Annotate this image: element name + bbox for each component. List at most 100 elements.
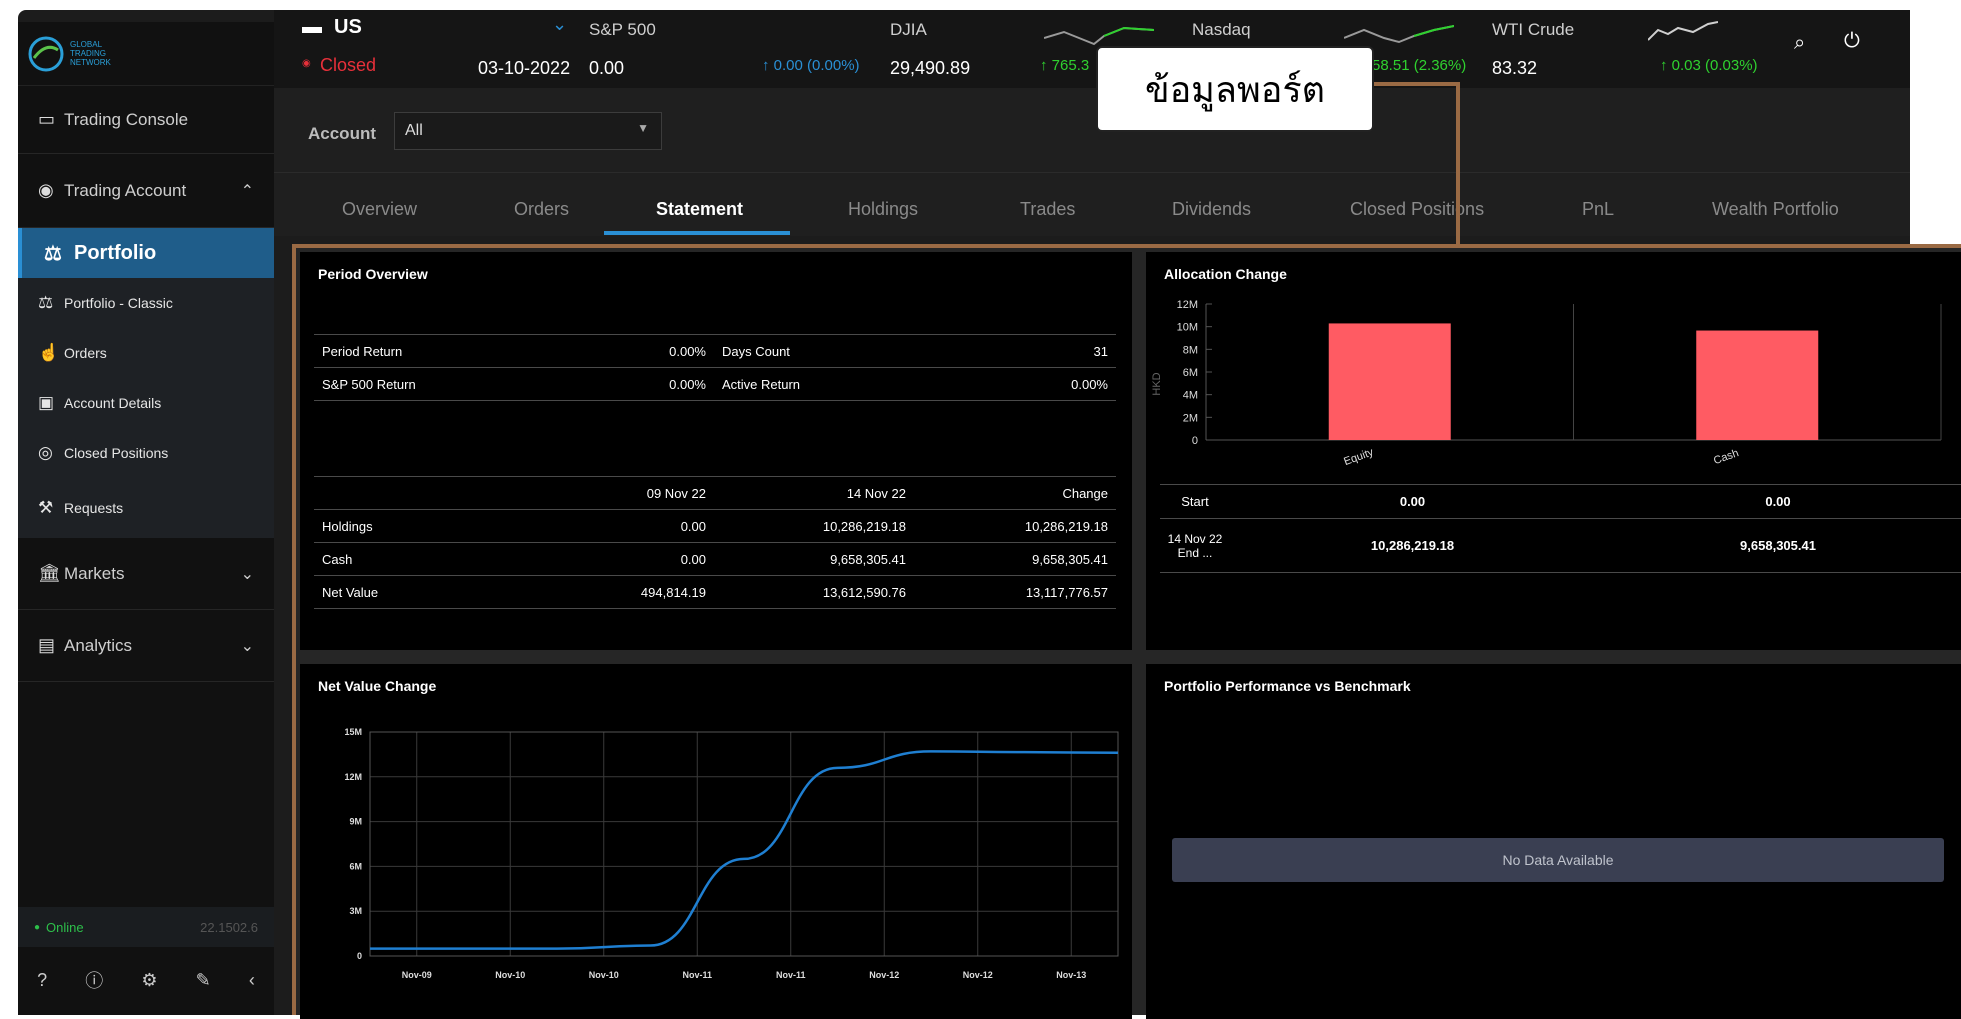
panel-title: Period Overview	[318, 266, 428, 282]
cell: 9,658,305.41	[1740, 538, 1816, 553]
wti-sparkline	[1648, 21, 1718, 41]
sidebar-item-portfolio-classic[interactable]: ⚖ Portfolio - Classic	[18, 278, 274, 328]
column-header: 14 Nov 22	[714, 476, 914, 510]
sidebar-item-requests[interactable]: ⚒ Requests	[18, 478, 274, 538]
globe-logo-icon	[28, 36, 64, 71]
power-icon[interactable]: ⏻	[1844, 30, 1860, 53]
console-icon: ▭	[38, 109, 56, 129]
search-icon[interactable]: ⌕	[1794, 32, 1805, 55]
account-label: Account	[308, 124, 376, 143]
tab-trades[interactable]: Trades	[1020, 199, 1075, 220]
sidebar-item-analytics[interactable]: ▤ Analytics ⌄	[18, 610, 274, 682]
sidebar-item-portfolio[interactable]: ⚖ Portfolio	[18, 228, 274, 278]
tab-holdings[interactable]: Holdings	[848, 199, 918, 220]
nasdaq-sparkline	[1344, 25, 1454, 44]
active-tab-indicator	[604, 231, 790, 235]
dropdown-caret-icon: ▼	[637, 121, 649, 135]
market-ticker: ▬ US ⌄ ◉ Closed 03-10-2022 S&P 500 0.00 …	[274, 10, 1910, 88]
bar-equity	[1328, 323, 1451, 440]
sp500-name: S&P 500	[589, 20, 656, 39]
market-dropdown-icon[interactable]: ⌄	[552, 14, 567, 35]
panel-title: Portfolio Performance vs Benchmark	[1164, 678, 1411, 694]
sp500-change: ↑ 0.00 (0.00%)	[762, 57, 860, 74]
collapse-icon[interactable]: ‹	[249, 970, 255, 991]
chevron-down-icon: ⌄	[240, 637, 254, 655]
period-values-table: 09 Nov 22 14 Nov 22 Change Holdings 0.00…	[314, 476, 1116, 609]
callout-connector	[1374, 82, 1460, 244]
sidebar-item-label: Trading Console	[64, 109, 189, 129]
table-row: Net Value 494,814.19 13,612,590.76 13,11…	[314, 575, 1116, 609]
x-tick-label: Nov-13	[1056, 970, 1086, 980]
nasdaq-name: Nasdaq	[1192, 20, 1251, 39]
market-status: Closed	[320, 55, 377, 75]
sidebar-item-label: Markets	[64, 563, 125, 583]
sidebar-item-trading-console[interactable]: ▭ Trading Console	[18, 86, 274, 154]
net-value-line-chart: 0 3M 6M 9M 12M 15M Nov-09 Nov-10 Nov-10 Nov-11 Nov…	[344, 727, 1119, 980]
y-tick-label: 0	[1192, 435, 1198, 447]
allocation-table: Start 0.00 0.00 14 Nov 22 End ... 10,286…	[1160, 484, 1961, 573]
cell: Active Return	[714, 367, 914, 401]
gear-icon[interactable]: ⚙	[141, 970, 157, 991]
panel-title: Net Value Change	[318, 678, 437, 694]
cell: 0.00	[514, 509, 714, 543]
sidebar-item-orders[interactable]: ☝ Orders	[18, 328, 274, 378]
connection-status: ● Online 22.1502.6	[18, 907, 274, 947]
net-value-series-line	[370, 750, 1119, 950]
tab-orders[interactable]: Orders	[514, 199, 569, 220]
flag-icon: ▬	[302, 16, 322, 38]
sidebar-item-trading-account[interactable]: ◉ Trading Account ⌃	[18, 154, 274, 228]
statement-content: Period Overview Period Return 0.00% Days…	[292, 244, 1961, 1019]
column-header: Change	[914, 476, 1116, 510]
column-header	[314, 476, 514, 510]
sidebar-item-label: Requests	[64, 500, 124, 516]
help-icon[interactable]: ?	[37, 970, 47, 991]
status-dot-icon: ●	[34, 921, 41, 933]
cell: Period Return	[314, 334, 494, 368]
tab-overview[interactable]: Overview	[342, 199, 417, 220]
cell: 10,286,219.18	[714, 509, 914, 543]
cell: 14 Nov 22 End ...	[1167, 531, 1223, 560]
version-text: 22.1502.6	[200, 919, 258, 935]
sidebar: GLOBAL TRADING NETWORK ▭ Trading Console…	[18, 22, 274, 1015]
djia-sparkline	[1044, 26, 1154, 46]
portfolio-classic-icon: ⚖	[38, 293, 54, 312]
account-select[interactable]: All ▼	[394, 112, 662, 150]
tab-dividends[interactable]: Dividends	[1172, 199, 1251, 220]
feedback-icon[interactable]: ✎	[196, 970, 211, 991]
performance-panel: Portfolio Performance vs Benchmark No Da…	[1146, 664, 1961, 1019]
cell: 0.00	[1765, 494, 1791, 509]
allocation-bar-chart: HKD 0 2M 4M 6M 8M 10M 12M Equity Cash	[1151, 299, 1942, 468]
market-date: 03-10-2022	[478, 58, 571, 78]
sp500-value: 0.00	[589, 58, 625, 78]
sidebar-item-closed-positions[interactable]: ◎ Closed Positions	[18, 428, 274, 478]
no-data-message: No Data Available	[1172, 838, 1944, 882]
cell: 0.00%	[914, 367, 1116, 401]
cell: 0.00%	[494, 367, 714, 401]
sidebar-item-markets[interactable]: 🏛 Markets ⌄	[18, 538, 274, 610]
sidebar-item-label: Orders	[64, 345, 107, 361]
table-header-row: 09 Nov 22 14 Nov 22 Change	[314, 476, 1116, 510]
tab-wealth-portfolio[interactable]: Wealth Portfolio	[1712, 199, 1839, 220]
hand-icon: ☝	[38, 343, 60, 362]
info-icon[interactable]: ⓘ	[85, 967, 103, 993]
closed-dot-icon: ◉	[302, 58, 311, 69]
table-row: 14 Nov 22 End ... 10,286,219.18 9,658,30…	[1160, 519, 1961, 573]
sidebar-item-label: Portfolio - Classic	[64, 295, 173, 311]
sidebar-item-label: Closed Positions	[64, 445, 169, 461]
x-tick-label: Nov-12	[963, 970, 993, 980]
y-tick-label: 8M	[1183, 344, 1198, 356]
y-axis-label: HKD	[1151, 372, 1163, 395]
tab-statement[interactable]: Statement	[656, 199, 743, 220]
footer-toolbar: ? ⓘ ⚙ ✎ ‹	[18, 957, 274, 1003]
portfolio-info-callout: ข้อมูลพอร์ต	[1096, 46, 1374, 132]
market-name: US	[334, 16, 362, 38]
cell: Days Count	[714, 334, 914, 368]
tab-pnl[interactable]: PnL	[1582, 199, 1614, 220]
cell: 9,658,305.41	[714, 542, 914, 576]
x-tick-label: Cash	[1712, 447, 1740, 467]
djia-name: DJIA	[890, 20, 927, 39]
sidebar-item-account-details[interactable]: ▣ Account Details	[18, 378, 274, 428]
user-circle-icon: ◉	[38, 180, 54, 200]
table-row: Cash 0.00 9,658,305.41 9,658,305.41	[314, 542, 1116, 576]
chevron-up-icon: ⌃	[240, 182, 254, 200]
